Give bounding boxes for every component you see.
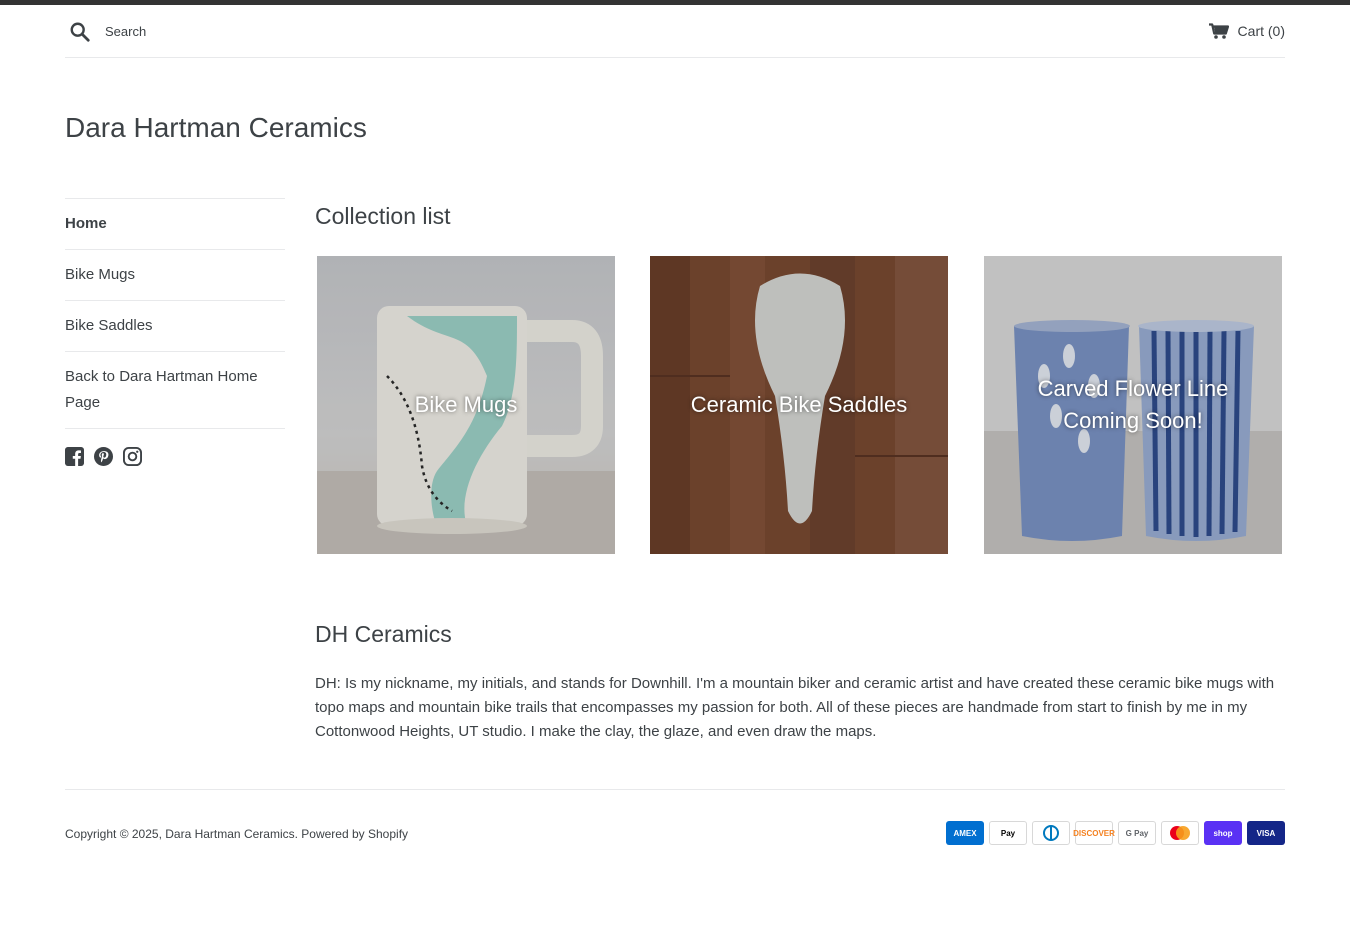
instagram-icon[interactable] — [123, 447, 143, 467]
google-pay-icon: G Pay — [1118, 821, 1156, 845]
header: Cart (0) — [65, 5, 1285, 58]
sidebar-item-label: Home — [65, 215, 107, 232]
shop-link[interactable]: Dara Hartman Ceramics — [165, 827, 294, 841]
diners-club-icon — [1032, 821, 1070, 845]
search-icon[interactable] — [69, 21, 93, 45]
pinterest-icon[interactable] — [94, 447, 114, 467]
collection-card-label: Bike Mugs — [414, 392, 518, 417]
site-title[interactable]: Dara Hartman Ceramics — [65, 110, 367, 146]
sidebar-item-home[interactable]: Home — [65, 198, 285, 249]
payment-icons: AMEX Pay DISCOVER G Pay shop VISA — [946, 821, 1285, 845]
cart-label: Cart (0) — [1237, 23, 1285, 39]
facebook-icon[interactable] — [65, 447, 85, 467]
collection-card-bike-saddles[interactable]: Ceramic Bike Saddles — [650, 256, 948, 554]
sidebar-item-home-page[interactable]: Back to Dara Hartman Home Page — [65, 351, 285, 428]
about-text: DH: Is my nickname, my initials, and sta… — [315, 675, 1275, 740]
about-heading: DH Ceramics — [315, 621, 452, 647]
powered-by-link[interactable]: . Powered by Shopify — [295, 827, 408, 841]
american-express-icon: AMEX — [946, 821, 984, 845]
collection-card-label: Carved Flower Line Coming Soon! — [1037, 376, 1229, 433]
social-links — [65, 447, 285, 467]
collection-card-label: Ceramic Bike Saddles — [690, 392, 908, 417]
shop-pay-icon: shop — [1204, 821, 1242, 845]
footer: Copyright © 2025, Dara Hartman Ceramics.… — [65, 789, 1285, 870]
discover-icon: DISCOVER — [1073, 821, 1115, 845]
sidebar-item-bike-mugs[interactable]: Bike Mugs — [65, 249, 285, 300]
visa-icon: VISA — [1247, 821, 1285, 845]
apple-pay-icon: Pay — [989, 821, 1027, 845]
copyright: Copyright © 2025, Dara Hartman Ceramics.… — [65, 827, 408, 841]
sidebar-item-label: Bike Saddles — [65, 317, 153, 334]
sidebar-item-label: Back to Dara Hartman Home Page — [65, 368, 258, 411]
sidebar-item-bike-saddles[interactable]: Bike Saddles — [65, 300, 285, 351]
cart-icon — [1208, 23, 1229, 39]
collection-card-carved-flower[interactable]: Carved Flower Line Coming Soon! — [984, 256, 1282, 554]
mastercard-icon — [1161, 821, 1199, 845]
sidebar-item-label: Bike Mugs — [65, 266, 136, 283]
collection-list-heading: Collection list — [315, 203, 451, 229]
collection-card-bike-mugs[interactable]: Bike Mugs — [317, 256, 615, 554]
cart-link[interactable]: Cart (0) — [1208, 21, 1285, 41]
search-input[interactable] — [105, 19, 405, 43]
sidebar-divider — [65, 428, 285, 429]
sidebar-nav: Home Bike Mugs Bike Saddles Back to Dara… — [65, 198, 285, 467]
copyright-prefix: Copyright © 2025, — [65, 827, 162, 841]
